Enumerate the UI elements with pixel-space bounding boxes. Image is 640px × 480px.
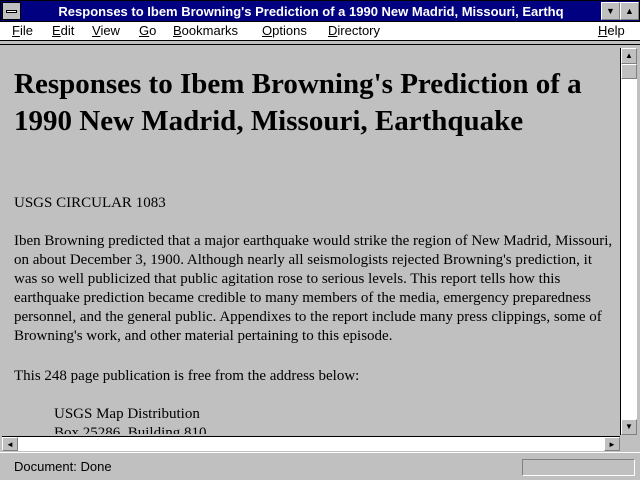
document-view: Responses to Ibem Browning's Prediction … (2, 48, 619, 434)
maximize-button[interactable]: ▲ (620, 2, 639, 20)
horizontal-scrollbar[interactable]: ◄ ► (2, 436, 620, 451)
menu-edit[interactable]: Edit (52, 23, 74, 39)
menu-view[interactable]: View (92, 23, 120, 39)
vertical-scrollbar[interactable]: ▲ ▼ (620, 48, 637, 435)
scrollbar-corner (620, 436, 640, 451)
status-bar: Document: Done (0, 452, 640, 480)
availability-text: This 248 page publication is free from t… (14, 368, 360, 384)
toolbar-divider (0, 44, 640, 45)
circular-number: USGS CIRCULAR 1083 (14, 195, 166, 211)
scroll-thumb[interactable] (621, 64, 637, 79)
progress-indicator (522, 459, 635, 476)
menu-options[interactable]: Options (262, 23, 307, 39)
scroll-left-button[interactable]: ◄ (2, 437, 18, 451)
address-line-2: Box 25286, Building 810 (54, 425, 207, 434)
system-menu-icon (6, 10, 17, 13)
window-title: Responses to Ibem Browning's Prediction … (58, 4, 564, 19)
menu-directory[interactable]: Directory (328, 23, 380, 39)
menu-bar: File Edit View Go Bookmarks Options Dire… (0, 22, 640, 41)
scroll-right-button[interactable]: ► (604, 437, 620, 451)
menu-file[interactable]: File (12, 23, 33, 39)
minimize-button[interactable]: ▼ (601, 2, 620, 20)
menu-go[interactable]: Go (139, 23, 156, 39)
status-text: Document: Done (14, 459, 112, 474)
address-line-1: USGS Map Distribution (54, 406, 200, 422)
menu-bookmarks[interactable]: Bookmarks (173, 23, 238, 39)
scroll-down-button[interactable]: ▼ (621, 419, 637, 435)
menu-help[interactable]: Help (598, 23, 625, 39)
page-heading: Responses to Ibem Browning's Prediction … (14, 68, 582, 137)
title-bar: Responses to Ibem Browning's Prediction … (0, 0, 640, 22)
system-menu-button[interactable] (2, 2, 21, 20)
scroll-up-button[interactable]: ▲ (621, 48, 637, 64)
abstract-paragraph: Iben Browning predicted that a major ear… (14, 233, 613, 344)
